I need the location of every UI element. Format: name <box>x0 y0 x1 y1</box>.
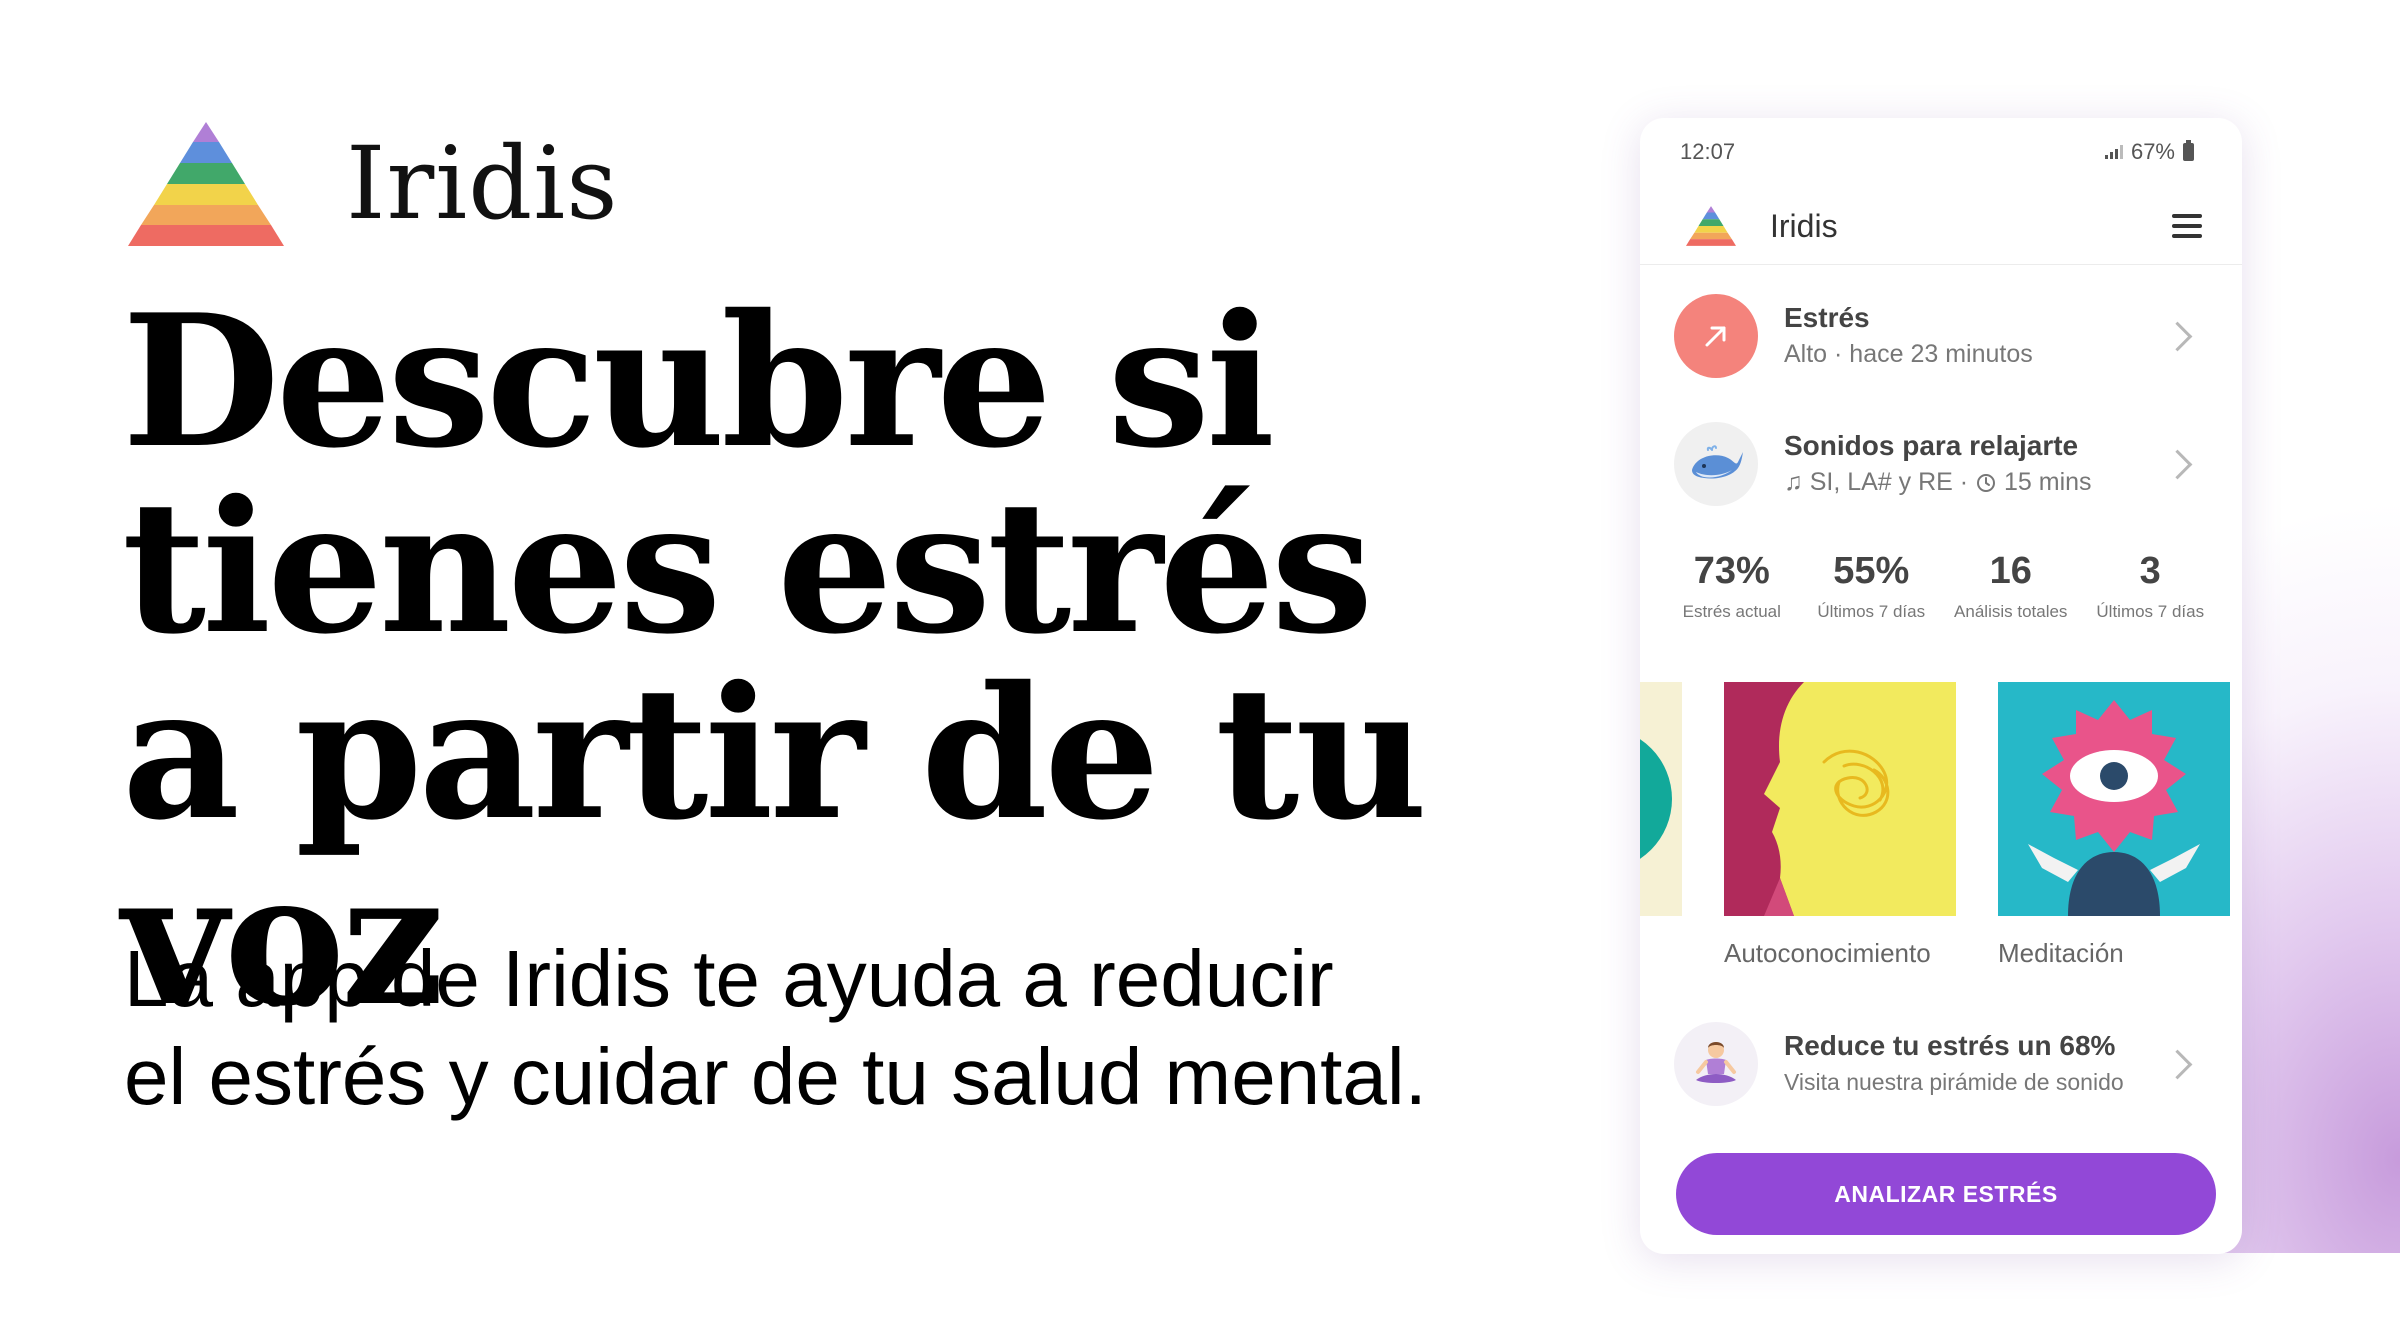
stat-label: Análisis totales <box>1954 602 2068 621</box>
bottom-strip <box>0 1253 2400 1317</box>
stat-value: 16 <box>1989 550 2032 592</box>
stat-total-analyses: 16 Análisis totales <box>1941 548 2081 622</box>
status-bar: 12:07 67% <box>1680 132 2194 172</box>
app-bar: Iridis <box>1686 196 2202 256</box>
chevron-right-icon <box>2162 1049 2193 1079</box>
analyze-stress-button[interactable]: ANALIZAR ESTRÉS <box>1676 1153 2216 1235</box>
stat-value: 55% <box>1833 550 1910 592</box>
relax-sounds-row[interactable]: Sonidos para relajarte ♫ SI, LA# y RE · … <box>1674 418 2202 510</box>
stress-row[interactable]: Estrés Alto · hace 23 minutos <box>1674 290 2202 382</box>
iridis-pyramid-logo-icon <box>128 122 284 246</box>
headline: Descubre si tienes estrés a partir de tu… <box>122 274 1428 1046</box>
stat-value: 73% <box>1693 550 1770 592</box>
subhead-line-2: el estrés y cuidar de tu salud mental. <box>124 1032 1427 1121</box>
head-scribble-icon <box>1724 682 1956 916</box>
battery-level: 67% <box>2130 139 2175 164</box>
stat-label: Últimos 7 días <box>2096 602 2205 621</box>
meditation-label: Meditación <box>1998 938 2124 968</box>
stat-last-7-days-stress: 55% Últimos 7 días <box>1802 548 1942 622</box>
chevron-right-icon <box>2162 449 2193 479</box>
self-knowledge-card[interactable] <box>1724 682 1956 916</box>
stress-title: Estrés <box>1784 302 1870 333</box>
status-indicators: 67% <box>2104 139 2194 165</box>
sounds-duration: 15 mins <box>2004 468 2092 496</box>
phone-screen: 12:07 67% Iridis Estrés Alto · hace 23 m… <box>1640 118 2242 1254</box>
trend-up-arrow-icon <box>1674 294 1758 378</box>
stats-row: 73% Estrés actual 55% Últimos 7 días 16 … <box>1662 548 2220 622</box>
app-title: Iridis <box>1770 207 1838 244</box>
subhead-line-1: La app de Iridis te ayuda a reducir <box>124 934 1334 1023</box>
hamburger-menu-icon[interactable] <box>2172 214 2202 238</box>
self-knowledge-label: Autoconocimiento <box>1724 938 1931 968</box>
chevron-right-icon <box>2162 321 2193 351</box>
stress-subtitle: Alto · hace 23 minutos <box>1784 340 2033 368</box>
timer-icon <box>1977 474 1996 492</box>
stat-label: Últimos 7 días <box>1817 602 1926 621</box>
stat-value: 3 <box>2139 550 2161 592</box>
brand-name: Iridis <box>346 125 619 242</box>
sounds-title: Sonidos para relajarte <box>1784 430 2079 461</box>
carousel-card-partial[interactable] <box>1640 682 1682 916</box>
status-time: 12:07 <box>1680 139 1736 164</box>
stat-label: Estrés actual <box>1682 602 1781 621</box>
brand: Iridis <box>128 122 619 246</box>
meditation-card[interactable] <box>1998 682 2230 916</box>
sounds-meta: ♫ SI, LA# y RE · 15 mins <box>1784 464 2167 500</box>
reduce-subtitle: Visita nuestra pirámide de sonido <box>1784 1069 2124 1095</box>
subheadline: La app de Iridis te ayuda a reducir el e… <box>124 930 1504 1126</box>
stat-last-7-days-count: 3 Últimos 7 días <box>2081 548 2221 622</box>
meditating-person-icon <box>1674 1022 1758 1106</box>
battery-icon <box>2183 140 2194 161</box>
stat-current-stress: 73% Estrés actual <box>1662 548 1802 622</box>
sounds-notes: SI, LA# y RE · <box>1809 468 1969 496</box>
third-eye-icon <box>1998 682 2230 916</box>
appbar-divider <box>1640 264 2242 265</box>
music-note-icon: ♫ <box>1784 468 1803 496</box>
whale-icon <box>1674 422 1758 506</box>
signal-icon <box>2104 145 2123 159</box>
reduce-stress-row[interactable]: Reduce tu estrés un 68% Visita nuestra p… <box>1674 1018 2202 1110</box>
iridis-small-logo-icon[interactable] <box>1686 206 1736 246</box>
reduce-title: Reduce tu estrés un 68% <box>1784 1030 2116 1061</box>
